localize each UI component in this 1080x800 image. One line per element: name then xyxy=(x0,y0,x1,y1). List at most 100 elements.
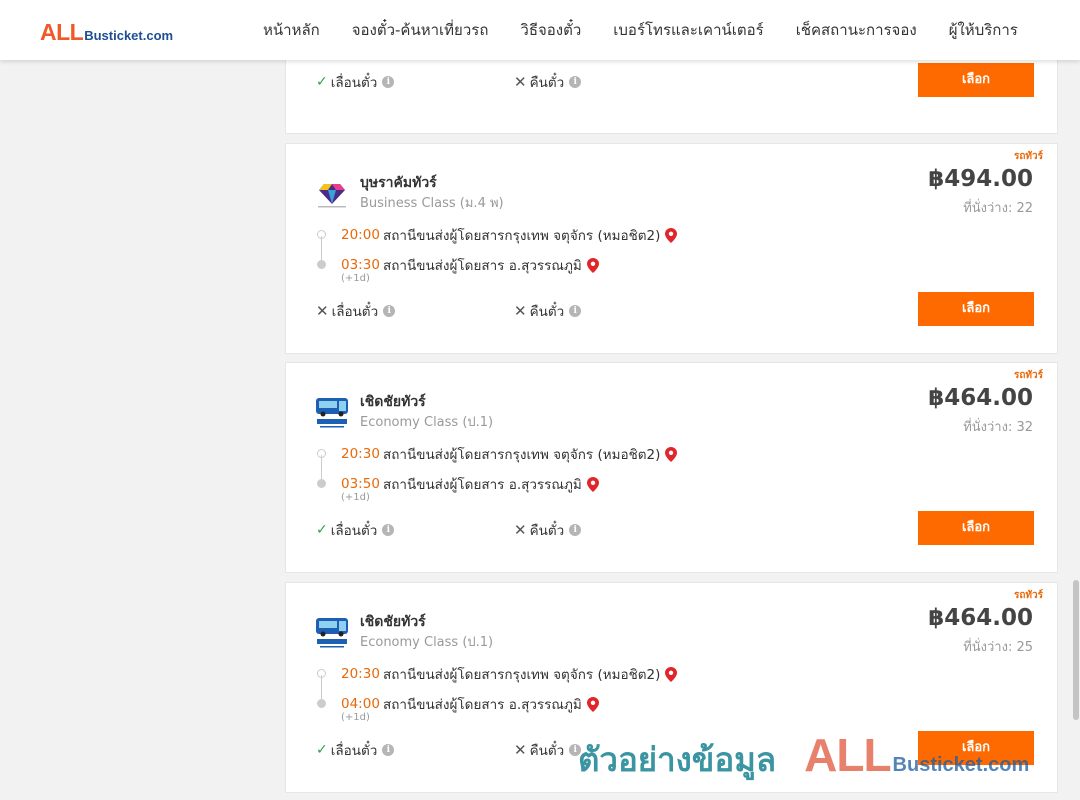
nav-book-search[interactable]: จองตั๋ว-ค้นหาเที่ยวรถ xyxy=(336,18,505,42)
arrival-row: 03:30 สถานีขนส่งผู้โดยสาร อ.สุวรรณภูมิ xyxy=(341,254,599,276)
info-icon[interactable]: i xyxy=(569,305,582,317)
departure-station: สถานีขนส่งผู้โดยสารกรุงเทพ จตุจักร (หมอช… xyxy=(383,667,661,683)
info-icon[interactable]: i xyxy=(383,305,396,317)
timeline-line xyxy=(321,455,322,481)
map-pin-icon[interactable] xyxy=(586,476,599,492)
refund-ticket-label: คืนตั๋ว xyxy=(529,523,565,539)
available-seats: ที่นั่งว่าง: 22 xyxy=(963,201,1033,216)
refund-ticket-policy: ✕ คืนตั๋ว i xyxy=(514,71,582,93)
check-icon: ✓ xyxy=(316,74,328,90)
refund-ticket-label: คืนตั๋ว xyxy=(529,743,565,759)
departure-row: 20:30 สถานีขนส่งผู้โดยสารกรุงเทพ จตุจักร… xyxy=(341,443,678,465)
departure-station: สถานีขนส่งผู้โดยสารกรุงเทพ จตุจักร (หมอช… xyxy=(383,447,661,463)
refund-ticket-policy: ✕ คืนตั๋ว i xyxy=(514,300,582,322)
change-ticket-label: เลื่อนตั๋ว xyxy=(330,523,378,539)
change-ticket-label: เลื่อนตั๋ว xyxy=(330,743,378,759)
bus-icon xyxy=(316,618,348,648)
map-pin-icon[interactable] xyxy=(586,257,599,273)
info-icon[interactable]: i xyxy=(382,744,395,756)
info-icon[interactable]: i xyxy=(569,76,582,88)
refund-ticket-label: คืนตั๋ว xyxy=(529,75,565,91)
select-button[interactable]: เลือก xyxy=(918,292,1034,326)
nav-booking-status[interactable]: เช็คสถานะการจอง xyxy=(780,18,933,42)
operator-name: เชิดชัยทัวร์ xyxy=(360,394,426,410)
refund-ticket-policy: ✕ คืนตั๋ว i xyxy=(514,519,582,541)
cross-icon: ✕ xyxy=(514,73,527,91)
ticket-price: ฿494.00 xyxy=(928,166,1033,192)
change-ticket-policy: ✕ เลื่อนตั๋ว i xyxy=(316,300,396,322)
map-pin-icon[interactable] xyxy=(665,227,678,243)
bus-type-tag: รถทัวร์ xyxy=(1013,151,1043,162)
plus-day-label: (+1d) xyxy=(341,712,370,723)
select-button[interactable]: เลือก xyxy=(918,63,1034,97)
select-button[interactable]: เลือก xyxy=(918,511,1034,545)
map-pin-icon[interactable] xyxy=(665,666,678,682)
available-seats: ที่นั่งว่าง: 32 xyxy=(963,420,1033,435)
change-ticket-policy: ✓ เลื่อนตั๋ว i xyxy=(316,519,395,541)
bus-type-tag: รถทัวร์ xyxy=(1013,370,1043,381)
arrival-station: สถานีขนส่งผู้โดยสาร อ.สุวรรณภูมิ xyxy=(383,697,582,713)
nav-how-to-book[interactable]: วิธีจองตั๋ว xyxy=(504,18,597,42)
timeline-line xyxy=(321,236,322,262)
logo-all-text: ALL xyxy=(40,19,84,45)
nav-operators[interactable]: ผู้ให้บริการ xyxy=(933,18,1034,42)
check-icon: ✓ xyxy=(316,522,328,538)
arrival-row: 04:00 สถานีขนส่งผู้โดยสาร อ.สุวรรณภูมิ xyxy=(341,693,599,715)
info-icon[interactable]: i xyxy=(382,76,395,88)
ticket-price: ฿464.00 xyxy=(928,385,1033,411)
operator-name: เชิดชัยทัวร์ xyxy=(360,614,426,630)
cross-icon: ✕ xyxy=(514,521,527,539)
arrival-row: 03:50 สถานีขนส่งผู้โดยสาร อ.สุวรรณภูมิ xyxy=(341,473,599,495)
trip-card: รถทัวร์ เชิดชัยทัวร์ Economy Class (ป.1)… xyxy=(285,362,1058,573)
change-ticket-label: เลื่อนตั๋ว xyxy=(331,304,379,320)
arrival-station: สถานีขนส่งผู้โดยสาร อ.สุวรรณภูมิ xyxy=(383,258,582,274)
timeline-line xyxy=(321,675,322,701)
arrival-dot xyxy=(317,260,326,269)
arrival-time: 03:50 xyxy=(341,476,380,492)
trip-card: รถทัวร์ เชิดชัยทัวร์ Economy Class (ป.1)… xyxy=(285,582,1058,793)
plus-day-label: (+1d) xyxy=(341,492,370,503)
ticket-price: ฿464.00 xyxy=(928,605,1033,631)
departure-row: 20:00 สถานีขนส่งผู้โดยสารกรุงเทพ จตุจักร… xyxy=(341,224,678,246)
page-scrollbar[interactable] xyxy=(1072,60,1080,800)
bus-type-tag: รถทัวร์ xyxy=(1013,590,1043,601)
check-icon: ✓ xyxy=(316,742,328,758)
departure-station: สถานีขนส่งผู้โดยสารกรุงเทพ จตุจักร (หมอช… xyxy=(383,228,661,244)
departure-row: 20:30 สถานีขนส่งผู้โดยสารกรุงเทพ จตุจักร… xyxy=(341,663,678,685)
plus-day-label: (+1d) xyxy=(341,273,370,284)
change-ticket-policy: ✓ เลื่อนตั๋ว i xyxy=(316,71,395,93)
bus-class: Business Class (ม.4 พ) xyxy=(360,196,504,211)
change-ticket-policy: ✓ เลื่อนตั๋ว i xyxy=(316,739,395,761)
departure-time: 20:00 xyxy=(341,227,380,243)
arrival-time: 04:00 xyxy=(341,696,380,712)
logo-busticket-text: Busticket.com xyxy=(84,28,174,43)
map-pin-icon[interactable] xyxy=(665,446,678,462)
available-seats: ที่นั่งว่าง: 25 xyxy=(963,640,1033,655)
diamond-icon xyxy=(318,184,346,208)
refund-ticket-policy: ✕ คืนตั๋ว i xyxy=(514,739,582,761)
operator-name: บุษราคัมทัวร์ xyxy=(360,175,437,191)
departure-time: 20:30 xyxy=(341,666,380,682)
cross-icon: ✕ xyxy=(514,302,527,320)
bus-class: Economy Class (ป.1) xyxy=(360,635,494,650)
refund-ticket-label: คืนตั๋ว xyxy=(529,304,565,320)
info-icon[interactable]: i xyxy=(569,744,582,756)
info-icon[interactable]: i xyxy=(382,524,395,536)
map-pin-icon[interactable] xyxy=(586,696,599,712)
select-button[interactable]: เลือก xyxy=(918,731,1034,765)
site-logo[interactable]: ALL Busticket.com xyxy=(40,19,173,46)
nav-phone-counters[interactable]: เบอร์โทรและเคาน์เตอร์ xyxy=(597,18,779,42)
bus-icon xyxy=(316,398,348,428)
bus-class: Economy Class (ป.1) xyxy=(360,415,494,430)
change-ticket-label: เลื่อนตั๋ว xyxy=(330,75,378,91)
arrival-time: 03:30 xyxy=(341,257,380,273)
arrival-dot xyxy=(317,699,326,708)
info-icon[interactable]: i xyxy=(569,524,582,536)
nav-home[interactable]: หน้าหลัก xyxy=(247,18,336,42)
arrival-station: สถานีขนส่งผู้โดยสาร อ.สุวรรณภูมิ xyxy=(383,477,582,493)
top-header: ALL Busticket.com หน้าหลัก จองตั๋ว-ค้นหา… xyxy=(0,0,1080,60)
scrollbar-thumb[interactable] xyxy=(1073,580,1079,720)
trip-card: รถทัวร์ บุษราคัมทัวร์ Business Class (ม.… xyxy=(285,143,1058,354)
arrival-dot xyxy=(317,479,326,488)
cross-icon: ✕ xyxy=(316,302,329,320)
